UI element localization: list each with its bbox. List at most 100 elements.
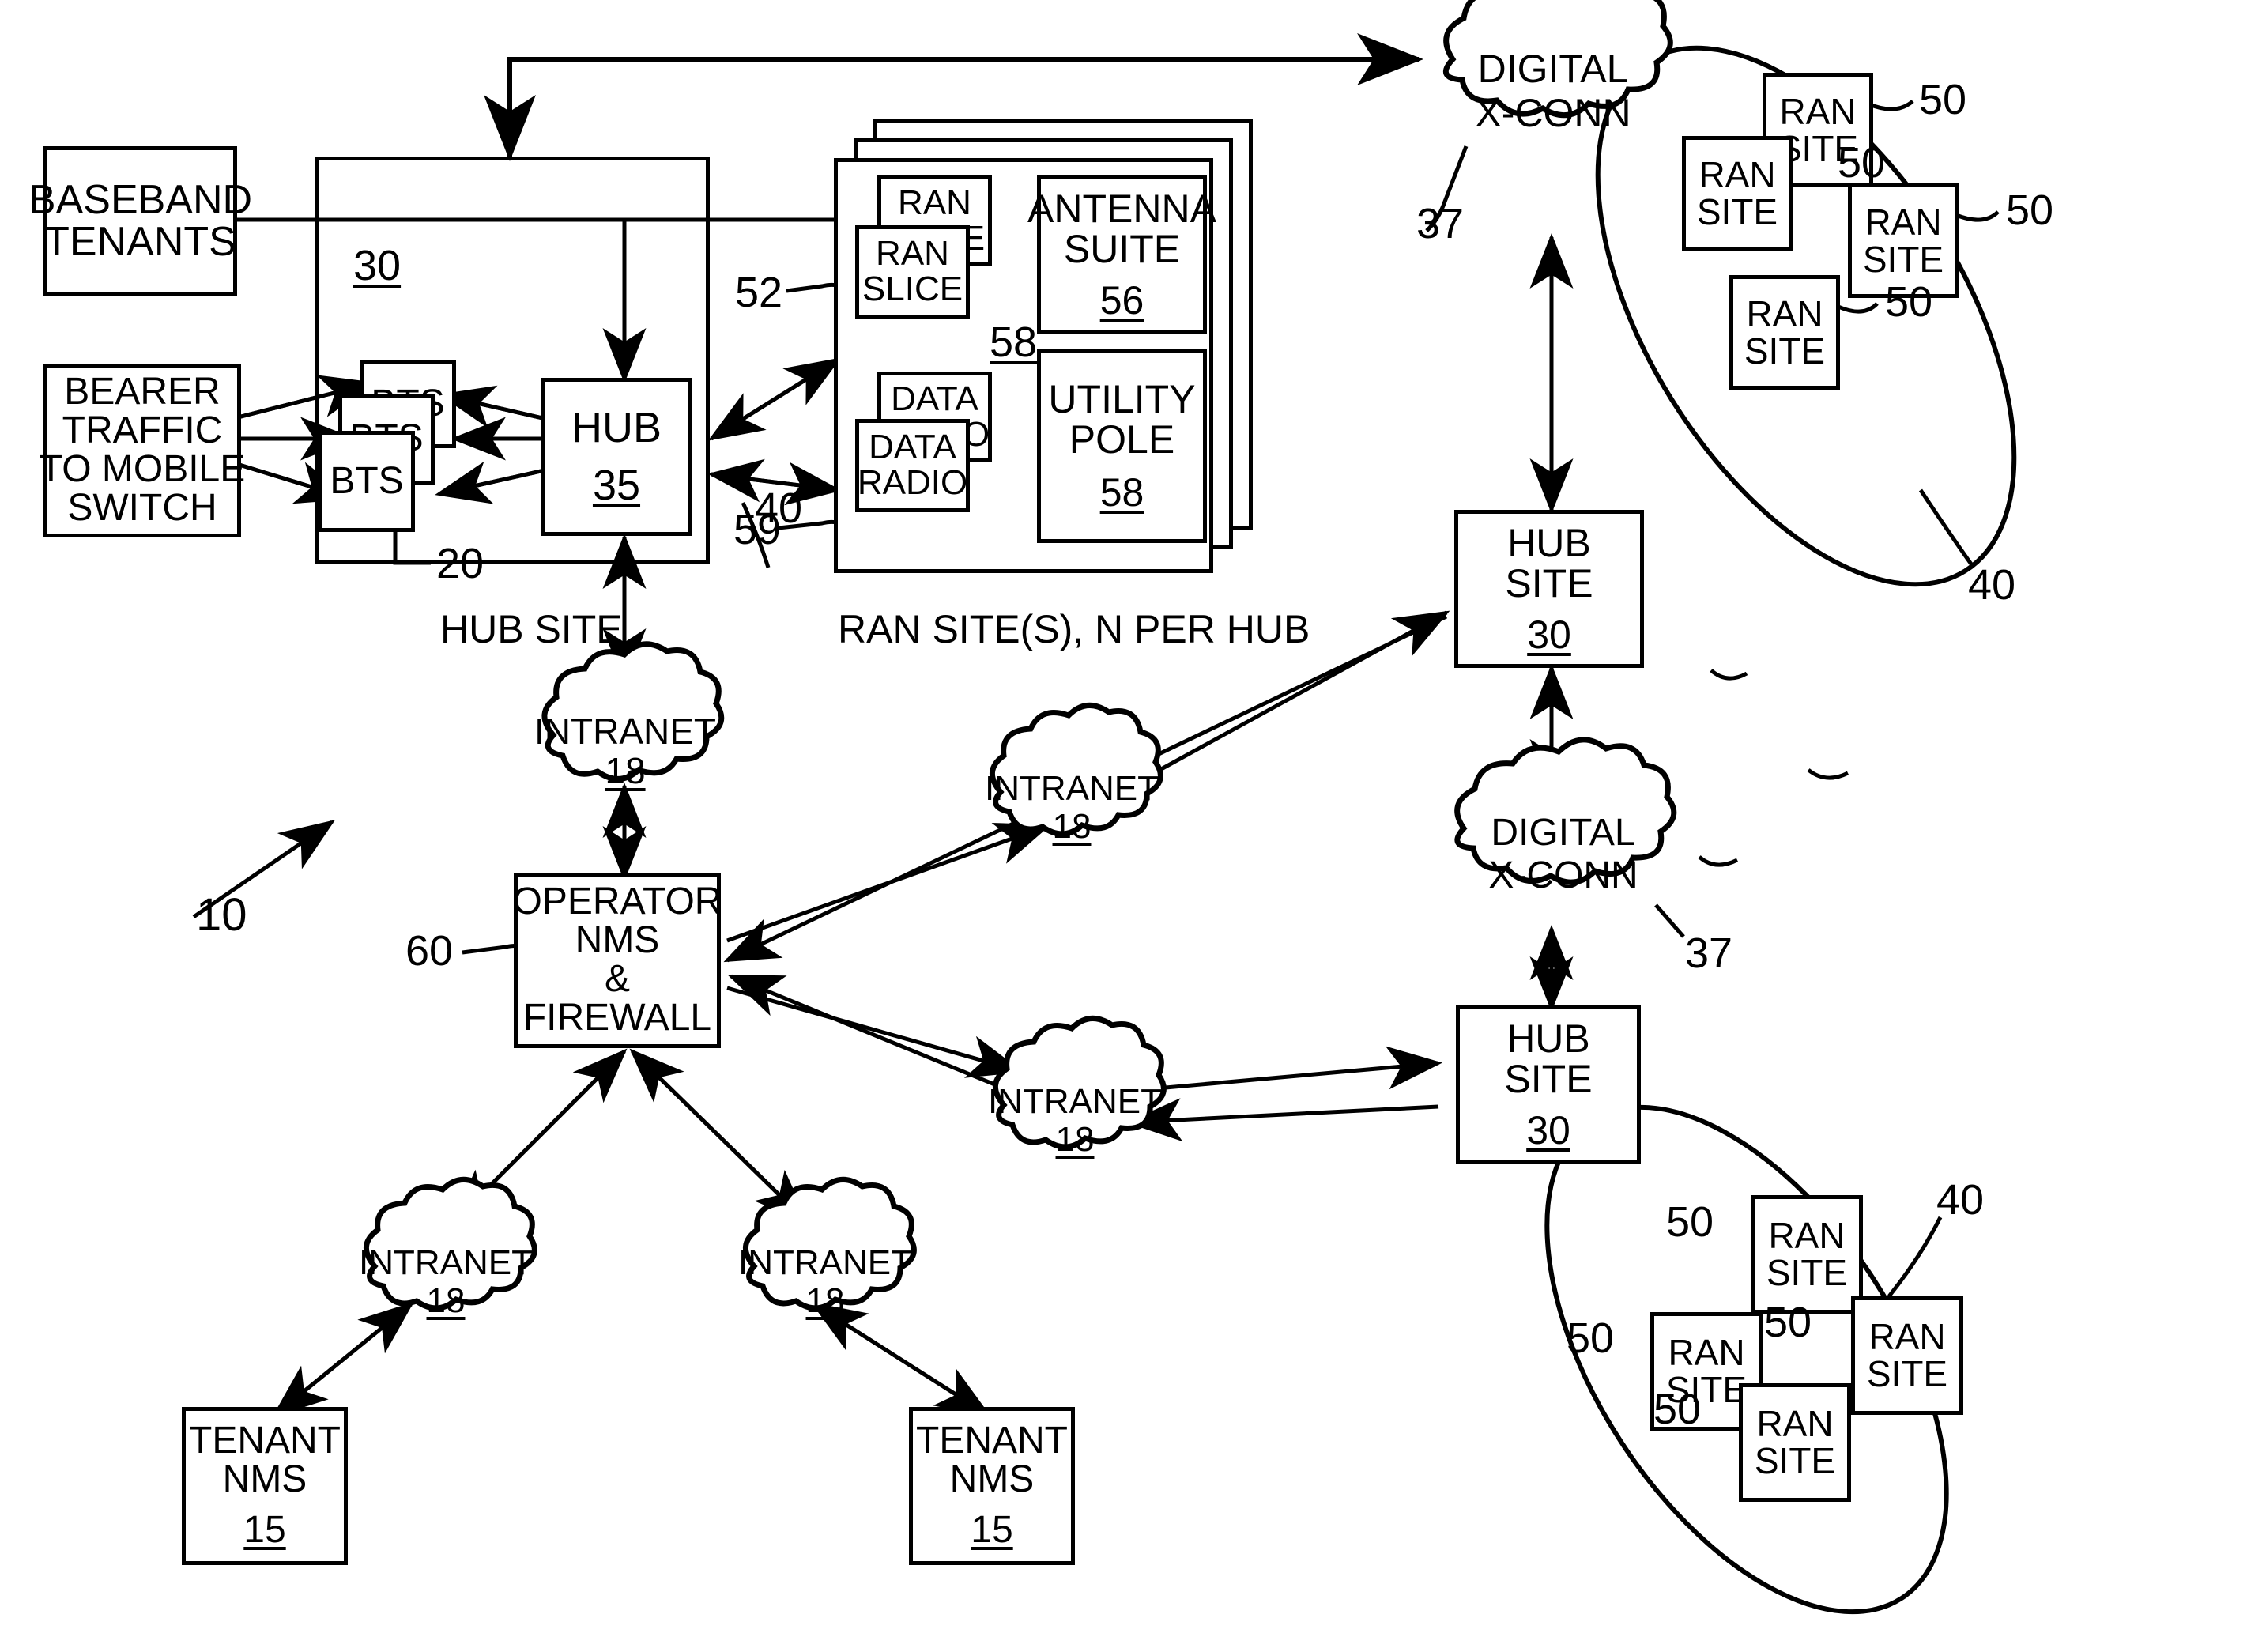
baseband-tenants-line-1: BASEBAND — [28, 176, 253, 223]
hub-site-node-lower[interactable]: HUB SITE 30 — [1456, 1005, 1641, 1164]
ran-site-node[interactable]: RAN SITE — [1729, 275, 1840, 390]
hub-site-node-line-1: HUB — [1506, 1016, 1590, 1061]
ran-site-node-line-1: RAN — [1699, 153, 1776, 195]
digital-xconn-cloud-middle[interactable]: DIGITAL X-CONN — [1453, 784, 1674, 926]
data-radio-line-1: DATA — [891, 379, 978, 418]
ran-site-node-line-2: SITE — [1766, 1252, 1848, 1293]
bearer-traffic-line-1: BEARER — [64, 371, 221, 413]
tenant-nms-reference: 15 — [243, 1509, 286, 1552]
ran-site-reference: 50 — [1919, 76, 1967, 123]
tenant-nms-line-1: TENANT — [916, 1419, 1068, 1462]
intranet-cloud-mid-lower[interactable]: INTRANET 18 — [977, 1054, 1173, 1179]
hub-site-region-reference: 30 — [353, 242, 402, 289]
antenna-suite-line-2: SUITE — [1063, 226, 1181, 271]
ran-site-node-line-1: RAN — [1746, 292, 1823, 334]
ran-site-node[interactable]: RAN SITE — [1682, 136, 1793, 251]
operator-nms-line-4: FIREWALL — [522, 996, 712, 1039]
hub-label: HUB — [571, 403, 662, 451]
utility-pole-box[interactable]: UTILITY POLE 58 — [1037, 349, 1207, 543]
operator-nms-firewall-box[interactable]: OPERATOR NMS & FIREWALL — [513, 873, 722, 1048]
ran-site-node-line-2: SITE — [1744, 330, 1826, 372]
tenant-nms-box-left[interactable]: TENANT NMS 15 — [182, 1407, 348, 1565]
ran-site-reference: 50 — [1838, 139, 1886, 187]
utility-pole-line-2: POLE — [1069, 417, 1175, 462]
tenant-nms-box-right[interactable]: TENANT NMS 15 — [909, 1407, 1075, 1565]
data-radio-line-2: RADIO — [857, 463, 968, 502]
ran-site-reference: 50 — [1567, 1314, 1615, 1362]
antenna-suite-box[interactable]: ANTENNA SUITE 56 — [1027, 175, 1216, 334]
ran-slice-line-1: RAN — [898, 183, 971, 222]
intranet-cloud-tenant-right[interactable]: INTRANET 18 — [727, 1216, 923, 1341]
data-radio-line-1: DATA — [869, 428, 956, 467]
intranet-cloud-tenant-left[interactable]: INTRANET 18 — [348, 1216, 544, 1341]
operator-nms-reference: 60 — [405, 927, 454, 975]
ran-site-reference: 50 — [2006, 187, 2054, 234]
ran-site-node[interactable]: RAN SITE — [1851, 1296, 1963, 1415]
bearer-traffic-line-3: TO MOBILE — [39, 448, 246, 490]
ran-site-node-line-1: RAN — [1868, 1316, 1946, 1358]
antenna-suite-reference: 56 — [1099, 277, 1144, 322]
intranet-cloud-hub[interactable]: INTRANET 18 — [522, 681, 729, 812]
bearer-traffic-line-2: TRAFFIC — [62, 409, 223, 452]
hub-site-node-line-2: SITE — [1505, 560, 1593, 605]
digital-xconn-line-1: DIGITAL — [1491, 812, 1636, 854]
ran-site-node[interactable]: RAN SITE — [1739, 1383, 1851, 1502]
intranet-label: INTRANET — [985, 769, 1159, 808]
ran-site-panel-reference: 58 — [990, 319, 1038, 366]
patent-figure-canvas: BASEBAND TENANTS BEARER TRAFFIC TO MOBIL… — [0, 0, 2266, 1652]
ran-site-node-line-1: RAN — [1779, 90, 1857, 132]
tenant-nms-reference: 15 — [971, 1509, 1013, 1552]
cluster-reference-top: 40 — [1968, 561, 2016, 609]
digital-xconn-cloud-top[interactable]: DIGITAL X-CONN — [1438, 16, 1668, 162]
baseband-tenants-box[interactable]: BASEBAND TENANTS — [28, 146, 252, 296]
bts-box-1[interactable]: BTS — [319, 431, 415, 532]
ran-site-reference: 50 — [1885, 278, 1933, 326]
ran-sites-caption: RAN SITE(S), N PER HUB — [838, 607, 1310, 651]
hub-reference: 35 — [592, 462, 641, 509]
hub-site-node-upper[interactable]: HUB SITE 30 — [1454, 510, 1644, 668]
hub-box[interactable]: HUB 35 — [541, 378, 692, 536]
digital-xconn-reference-top: 37 — [1416, 200, 1465, 247]
digital-xconn-line-2: X-CONN — [1475, 91, 1631, 135]
digital-xconn-line-2: X-CONN — [1488, 854, 1638, 896]
intranet-cloud-mid-upper[interactable]: INTRANET 18 — [974, 741, 1170, 866]
ran-site-node-line-1: RAN — [1756, 1403, 1834, 1445]
ran-site-node-line-2: SITE — [1866, 1353, 1948, 1394]
cluster-reference-bottom: 40 — [1936, 1176, 1985, 1224]
tenant-nms-line-1: TENANT — [189, 1419, 341, 1462]
bts-group-reference: 20 — [436, 540, 484, 587]
intranet-reference: 18 — [805, 1281, 845, 1320]
hub-ran-link-reference: 40 — [755, 485, 803, 532]
figure-reference: 10 — [196, 889, 247, 941]
ran-site-node-line-1: RAN — [1668, 1332, 1745, 1374]
bearer-traffic-line-4: SWITCH — [67, 486, 217, 529]
data-radio-box-front[interactable]: DATA RADIO — [855, 419, 970, 512]
ran-site-reference: 50 — [1764, 1299, 1812, 1346]
ran-slice-box-front[interactable]: RAN SLICE — [855, 225, 970, 319]
ran-site-node[interactable]: RAN SITE — [1751, 1195, 1863, 1314]
intranet-reference: 18 — [1052, 807, 1092, 846]
tenant-nms-line-2: NMS — [222, 1458, 307, 1500]
antenna-suite-line-1: ANTENNA — [1027, 186, 1216, 231]
hub-site-node-line-1: HUB — [1507, 520, 1591, 565]
utility-pole-line-1: UTILITY — [1048, 377, 1196, 421]
operator-nms-line-2: NMS — [575, 919, 660, 962]
hub-site-caption: HUB SITE — [440, 607, 623, 651]
bearer-traffic-box[interactable]: BEARER TRAFFIC TO MOBILE SWITCH — [40, 364, 245, 537]
ran-slice-line-1: RAN — [876, 234, 949, 273]
intranet-reference: 18 — [426, 1281, 466, 1320]
utility-pole-reference: 58 — [1099, 470, 1144, 515]
ran-site-node-line-1: RAN — [1768, 1215, 1846, 1257]
ran-site-node-line-2: SITE — [1754, 1440, 1836, 1481]
digital-xconn-line-1: DIGITAL — [1477, 47, 1629, 91]
hub-site-node-reference: 30 — [1526, 1107, 1570, 1152]
ran-site-node-line-1: RAN — [1864, 201, 1942, 243]
hub-site-node-reference: 30 — [1527, 612, 1571, 657]
ran-site-node-line-2: SITE — [1862, 238, 1944, 280]
intranet-label: INTRANET — [534, 711, 716, 752]
intranet-label: INTRANET — [359, 1243, 533, 1282]
bts-label: BTS — [330, 459, 404, 502]
hub-site-node-line-2: SITE — [1504, 1056, 1593, 1101]
ran-slice-reference: 52 — [735, 269, 783, 316]
operator-nms-line-3: & — [604, 958, 630, 1000]
